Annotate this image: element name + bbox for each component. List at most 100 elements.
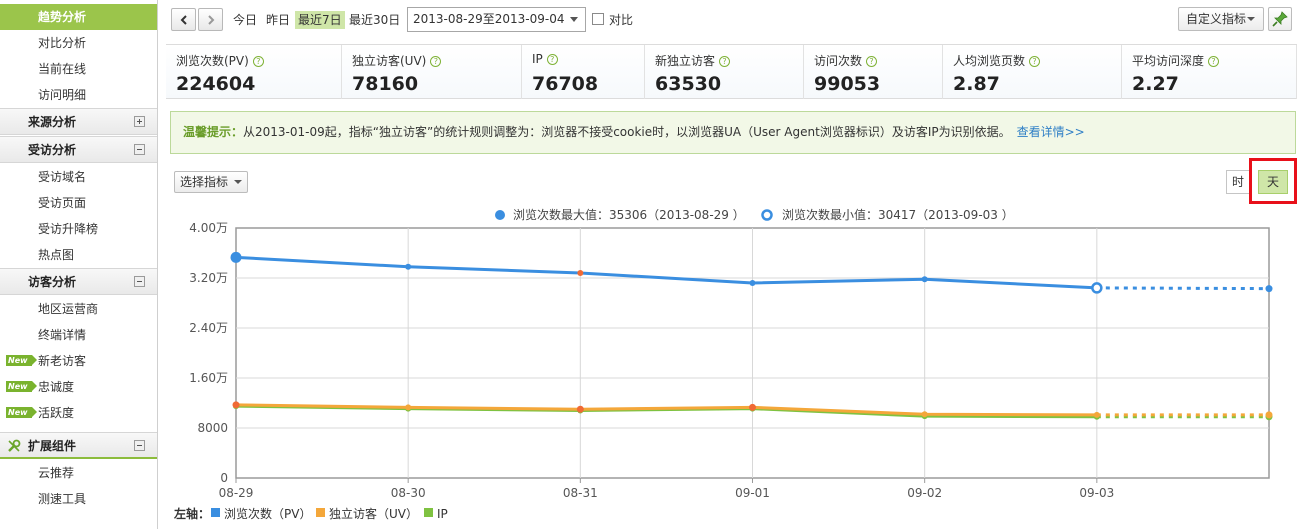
help-icon[interactable]: ? <box>546 54 558 65</box>
help-icon[interactable]: ? <box>252 56 264 67</box>
sidebar-label: 来源分析 <box>28 115 77 129</box>
metric-label: IP? <box>532 52 558 66</box>
y-tick-label: 8000 <box>197 421 228 435</box>
metric-label-text: 独立访客(UV) <box>352 54 427 68</box>
expand-icon[interactable] <box>134 116 145 127</box>
sidebar-label: 测速工具 <box>38 492 87 506</box>
sidebar-item-heatmap[interactable]: 热点图 <box>0 242 157 268</box>
wrench-icon <box>8 439 21 452</box>
sidebar-item-online[interactable]: 当前在线 <box>0 56 157 82</box>
sidebar-label: 访客分析 <box>28 275 77 289</box>
select-metric-dropdown[interactable]: 选择指标 <box>174 171 248 193</box>
metric-label-text: IP <box>532 52 543 66</box>
caret-down-icon <box>234 180 242 184</box>
caret-down-icon <box>570 17 578 22</box>
compare-checkbox[interactable] <box>592 13 604 25</box>
help-icon[interactable]: ? <box>1208 56 1220 67</box>
sidebar-label: 受访分析 <box>28 143 77 157</box>
metric-ip: IP? 76708 <box>522 45 645 99</box>
range-last7[interactable]: 最近7日 <box>295 11 345 29</box>
sidebar-item-rank[interactable]: 受访升降榜 <box>0 216 157 242</box>
collapse-icon[interactable] <box>134 144 145 155</box>
y-tick-label: 0 <box>220 471 228 485</box>
sidebar-label: 受访页面 <box>38 196 87 210</box>
pin-icon <box>1272 11 1288 27</box>
metric-value: 2.27 <box>1132 73 1179 95</box>
legend-series-label: 独立访客（UV） <box>329 506 418 521</box>
date-range-value: 2013-08-29至2013-09-04 <box>413 12 565 26</box>
help-icon[interactable]: ? <box>719 56 731 67</box>
sidebar-label: 地区运营商 <box>38 302 99 316</box>
sidebar-item-visits[interactable]: 访问明细 <box>0 82 157 108</box>
help-icon[interactable]: ? <box>430 56 442 67</box>
sidebar-item-speed-test[interactable]: 测速工具 <box>0 486 157 512</box>
sidebar-item-new-old[interactable]: New 新老访客 <box>0 348 157 374</box>
range-today[interactable]: 今日 <box>233 11 257 29</box>
metric-label: 访问次数? <box>814 52 878 69</box>
sidebar-item-trend[interactable]: 趋势分析 <box>0 4 157 30</box>
date-range-select[interactable]: 2013-08-29至2013-09-04 <box>407 7 586 32</box>
y-tick-label: 1.60万 <box>189 371 228 385</box>
toolbar: 今日 昨日 最近7日 最近30日 2013-08-29至2013-09-04 对… <box>166 0 1302 38</box>
sidebar-label: 忠诚度 <box>38 380 75 394</box>
metric-label: 人均浏览页数? <box>953 52 1041 69</box>
sidebar-group-extensions[interactable]: 扩展组件 <box>0 432 157 459</box>
collapse-icon[interactable] <box>134 440 145 451</box>
y-tick-label: 2.40万 <box>189 321 228 335</box>
sidebar-label: 云推荐 <box>38 466 75 480</box>
granularity-day-button[interactable]: 天 <box>1258 170 1288 194</box>
range-last30[interactable]: 最近30日 <box>349 11 400 29</box>
sidebar-group-visitor[interactable]: 访客分析 <box>0 268 157 295</box>
legend-swatch <box>211 508 220 517</box>
range-yesterday[interactable]: 昨日 <box>266 11 290 29</box>
legend-swatch <box>424 508 433 517</box>
custom-metric-button[interactable]: 自定义指标 <box>1178 7 1264 31</box>
sidebar-item-activity[interactable]: New 活跃度 <box>0 400 157 426</box>
chevron-left-icon <box>180 15 187 25</box>
data-point <box>405 263 412 270</box>
custom-metric-label: 自定义指标 <box>1186 12 1247 26</box>
y-tick-label: 4.00万 <box>189 221 228 235</box>
legend-max-text: 浏览次数最大值：35306（2013-08-29 ） <box>513 207 745 222</box>
granularity-hour-button[interactable]: 时 <box>1226 170 1250 194</box>
sidebar-label: 新老访客 <box>38 354 87 368</box>
metric-value: 78160 <box>352 73 419 95</box>
sidebar-group-visited[interactable]: 受访分析 <box>0 136 157 163</box>
metric-label-text: 平均访问深度 <box>1132 54 1205 68</box>
sidebar-group-source[interactable]: 来源分析 <box>0 108 157 135</box>
caret-down-icon <box>1247 17 1255 21</box>
sidebar-item-compare[interactable]: 对比分析 <box>0 30 157 56</box>
metric-new-uv: 新独立访客? 63530 <box>645 45 804 99</box>
x-tick-label: 09-01 <box>735 486 770 500</box>
data-point <box>405 404 412 411</box>
sidebar-item-terminal[interactable]: 终端详情 <box>0 322 157 348</box>
collapse-icon[interactable] <box>134 276 145 287</box>
sidebar-item-cloud-recommend[interactable]: 云推荐 <box>0 460 157 486</box>
trend-chart: 0 8000 1.60万 2.40万 3.20万 4.00万 08-29 08-30 08-31… <box>173 207 1273 521</box>
metric-pages-per-visitor: 人均浏览页数? 2.87 <box>943 45 1122 99</box>
help-icon[interactable]: ? <box>866 56 878 67</box>
sidebar-label: 趋势分析 <box>38 10 87 24</box>
projection-point <box>1265 285 1273 293</box>
sidebar-label: 对比分析 <box>38 36 87 50</box>
prev-period-button[interactable] <box>171 8 196 31</box>
help-icon[interactable]: ? <box>1029 56 1041 67</box>
metric-visits: 访问次数? 99053 <box>804 45 943 99</box>
sidebar-item-domain[interactable]: 受访域名 <box>0 164 157 190</box>
data-point <box>921 411 928 418</box>
metric-label-text: 新独立访客 <box>655 54 716 68</box>
sidebar-item-region[interactable]: 地区运营商 <box>0 296 157 322</box>
data-point <box>749 280 756 286</box>
pin-button[interactable] <box>1268 7 1292 31</box>
sidebar-label: 受访域名 <box>38 170 87 184</box>
next-period-button[interactable] <box>198 8 223 31</box>
data-point <box>1093 411 1100 418</box>
data-point <box>749 403 756 411</box>
notice-details-link[interactable]: 查看详情>> <box>1017 125 1085 139</box>
legend-swatch <box>316 508 325 517</box>
sidebar-label: 活跃度 <box>38 406 75 420</box>
x-tick-label: 09-02 <box>907 486 942 500</box>
sidebar-item-loyalty[interactable]: New 忠诚度 <box>0 374 157 400</box>
x-tick-label: 09-03 <box>1079 486 1114 500</box>
sidebar-item-pages[interactable]: 受访页面 <box>0 190 157 216</box>
